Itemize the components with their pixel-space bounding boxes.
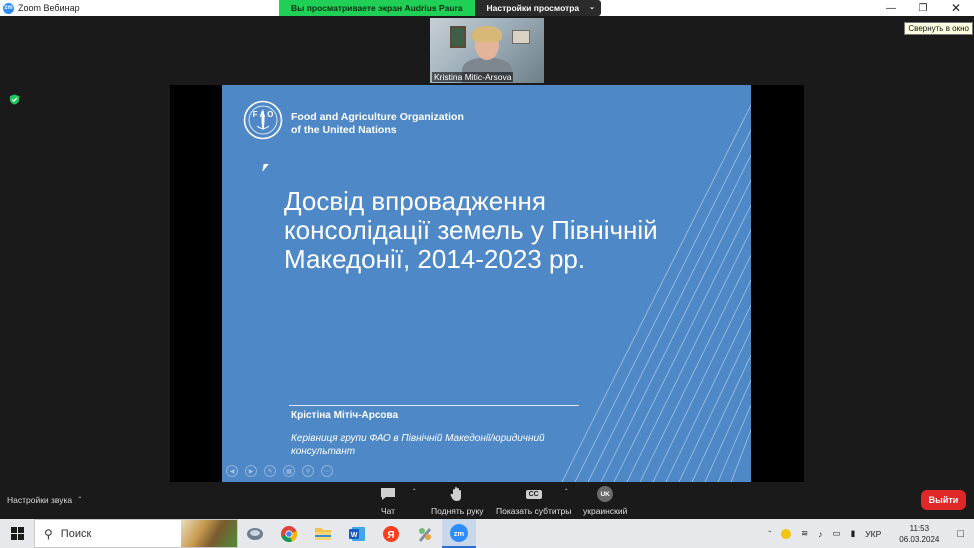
organization-name-line: of the United Nations	[291, 124, 397, 136]
participant-hair	[472, 26, 502, 42]
taskbar-app-word[interactable]: W	[340, 519, 374, 548]
chat-button[interactable]: Чат	[380, 486, 396, 516]
notifications-icon[interactable]: □	[957, 528, 964, 540]
leave-button[interactable]: Выйти	[921, 490, 966, 510]
svg-text:Я: Я	[387, 530, 394, 541]
chrome-icon	[281, 525, 298, 542]
participant-name: Kristina Mitic-Arsova	[432, 72, 514, 82]
search-placeholder: Поиск	[60, 527, 92, 540]
video-background-frame	[512, 30, 530, 44]
author-role-line: консультант	[291, 446, 356, 457]
chat-app-icon	[247, 527, 263, 540]
slide-title-line: Досвід впровадження	[284, 186, 546, 216]
input-language[interactable]: УКР	[865, 529, 881, 539]
windows-icon	[10, 527, 24, 540]
view-options-button[interactable]: Настройки просмотра ⌄	[474, 0, 602, 16]
captions-icon-text: CC	[525, 489, 542, 499]
view-options-label: Настройки просмотра	[486, 3, 580, 13]
yandex-icon: Я	[383, 525, 399, 542]
next-slide-icon[interactable]: ▶	[245, 465, 257, 477]
zoom-icon[interactable]: ⚲	[302, 465, 314, 477]
chat-options-caret[interactable]: ˆ	[413, 488, 416, 497]
battery-icon[interactable]: ▮	[851, 528, 856, 539]
zoom-app-icon: zm	[450, 523, 468, 542]
minimize-button[interactable]: —	[876, 0, 906, 16]
system-tray: ˆ ≋ ♪ ▭ ▮ УКР 11:53 06.03.2024 □	[763, 519, 974, 548]
language-icon: UK	[597, 486, 614, 502]
share-banner-text: Вы просматриваете экран Audrius Paura	[279, 0, 475, 16]
yandex-disk-icon[interactable]	[781, 528, 792, 539]
organization-name-line: Food and Agriculture Organization	[291, 111, 464, 123]
start-button[interactable]	[0, 519, 34, 548]
grid-icon[interactable]: ▦	[283, 465, 295, 477]
presentation-slide: F A O Food and Agriculture Organization …	[222, 85, 751, 482]
slide-title-line: Македонії, 2014-2023 рр.	[284, 244, 586, 274]
close-button[interactable]: ✕	[941, 0, 971, 16]
taskbar-app-explorer[interactable]	[306, 519, 340, 548]
system-clock[interactable]: 11:53 06.03.2024	[894, 523, 944, 545]
folder-icon	[315, 528, 331, 540]
chat-icon	[380, 486, 396, 502]
paint-icon	[419, 527, 431, 542]
taskbar-search[interactable]: ⚲ Поиск	[34, 519, 238, 548]
organization-name: Food and Agriculture Organization of the…	[291, 111, 464, 137]
raise-hand-button[interactable]: Поднять руку	[431, 486, 484, 516]
taskbar-app-yandex[interactable]: Я	[374, 519, 408, 548]
chevron-up-icon[interactable]: ˆ	[768, 529, 771, 539]
chat-label: Чат	[380, 506, 396, 516]
volume-icon[interactable]: ♪	[818, 529, 822, 539]
raise-hand-label: Поднять руку	[431, 506, 484, 516]
slide-title: Досвід впровадження консолідації земель …	[284, 187, 724, 274]
clock-time: 11:53	[909, 523, 930, 533]
language-code: UK	[597, 486, 614, 502]
slide-controls: ◀ ▶ ✎ ▦ ⚲ ⋯	[226, 465, 333, 477]
author-divider	[289, 405, 579, 406]
captions-options-caret[interactable]: ˆ	[565, 488, 568, 497]
svg-text:W: W	[351, 532, 358, 539]
search-highlight-image	[181, 520, 237, 547]
slide-title-line: консолідації земель у Північній	[284, 215, 658, 245]
hand-icon	[450, 486, 464, 502]
chevron-up-icon: ˆ	[78, 495, 82, 505]
video-background-frame	[450, 26, 466, 48]
svg-text:zm: zm	[454, 529, 465, 538]
restore-tooltip: Свернуть в окно	[904, 22, 973, 35]
display-icon[interactable]: ▭	[833, 528, 841, 539]
author-role: Керівниця групи ФАО в Північній Македоні…	[291, 432, 591, 458]
participant-video[interactable]: Kristina Mitic-Arsova	[430, 18, 544, 83]
taskbar-app-chat[interactable]	[238, 519, 272, 548]
zoom-logo-icon: zm	[3, 2, 14, 14]
audio-settings-button[interactable]: Настройки звука ˆ	[7, 495, 81, 505]
author-name: Крістіна Мітіч-Арсова	[291, 410, 399, 421]
captions-icon: CC	[525, 486, 542, 502]
taskbar-app-chrome[interactable]	[272, 519, 306, 548]
previous-slide-icon[interactable]: ◀	[226, 465, 238, 477]
search-icon: ⚲	[44, 526, 53, 541]
chevron-down-icon: ⌄	[589, 4, 596, 11]
slide-decoration-lines	[561, 104, 751, 482]
taskbar-app-paint[interactable]	[408, 519, 442, 548]
more-icon[interactable]: ⋯	[321, 465, 333, 477]
author-role-line: Керівниця групи ФАО в Північній Македоні…	[291, 433, 545, 444]
language-label: украинский	[583, 506, 628, 516]
fao-logo-icon: F A O	[243, 100, 283, 140]
shield-icon[interactable]	[9, 94, 20, 105]
pen-icon[interactable]: ✎	[264, 465, 276, 477]
app-title: Zoom Вебинар	[18, 3, 80, 13]
share-banner: Вы просматриваете экран Audrius Paura На…	[279, 0, 602, 16]
show-captions-button[interactable]: CC Показать субтитры	[496, 486, 571, 516]
clock-date: 06.03.2024	[899, 534, 940, 544]
language-interpretation-button[interactable]: UK украинский	[583, 486, 627, 516]
network-icon[interactable]: ≋	[801, 528, 808, 539]
audio-settings-label: Настройки звука	[7, 495, 73, 505]
taskbar-app-zoom[interactable]: zm	[442, 519, 476, 548]
show-captions-label: Показать субтитры	[496, 506, 572, 516]
word-icon: W	[349, 526, 365, 541]
restore-button[interactable]: ❐	[908, 0, 938, 16]
